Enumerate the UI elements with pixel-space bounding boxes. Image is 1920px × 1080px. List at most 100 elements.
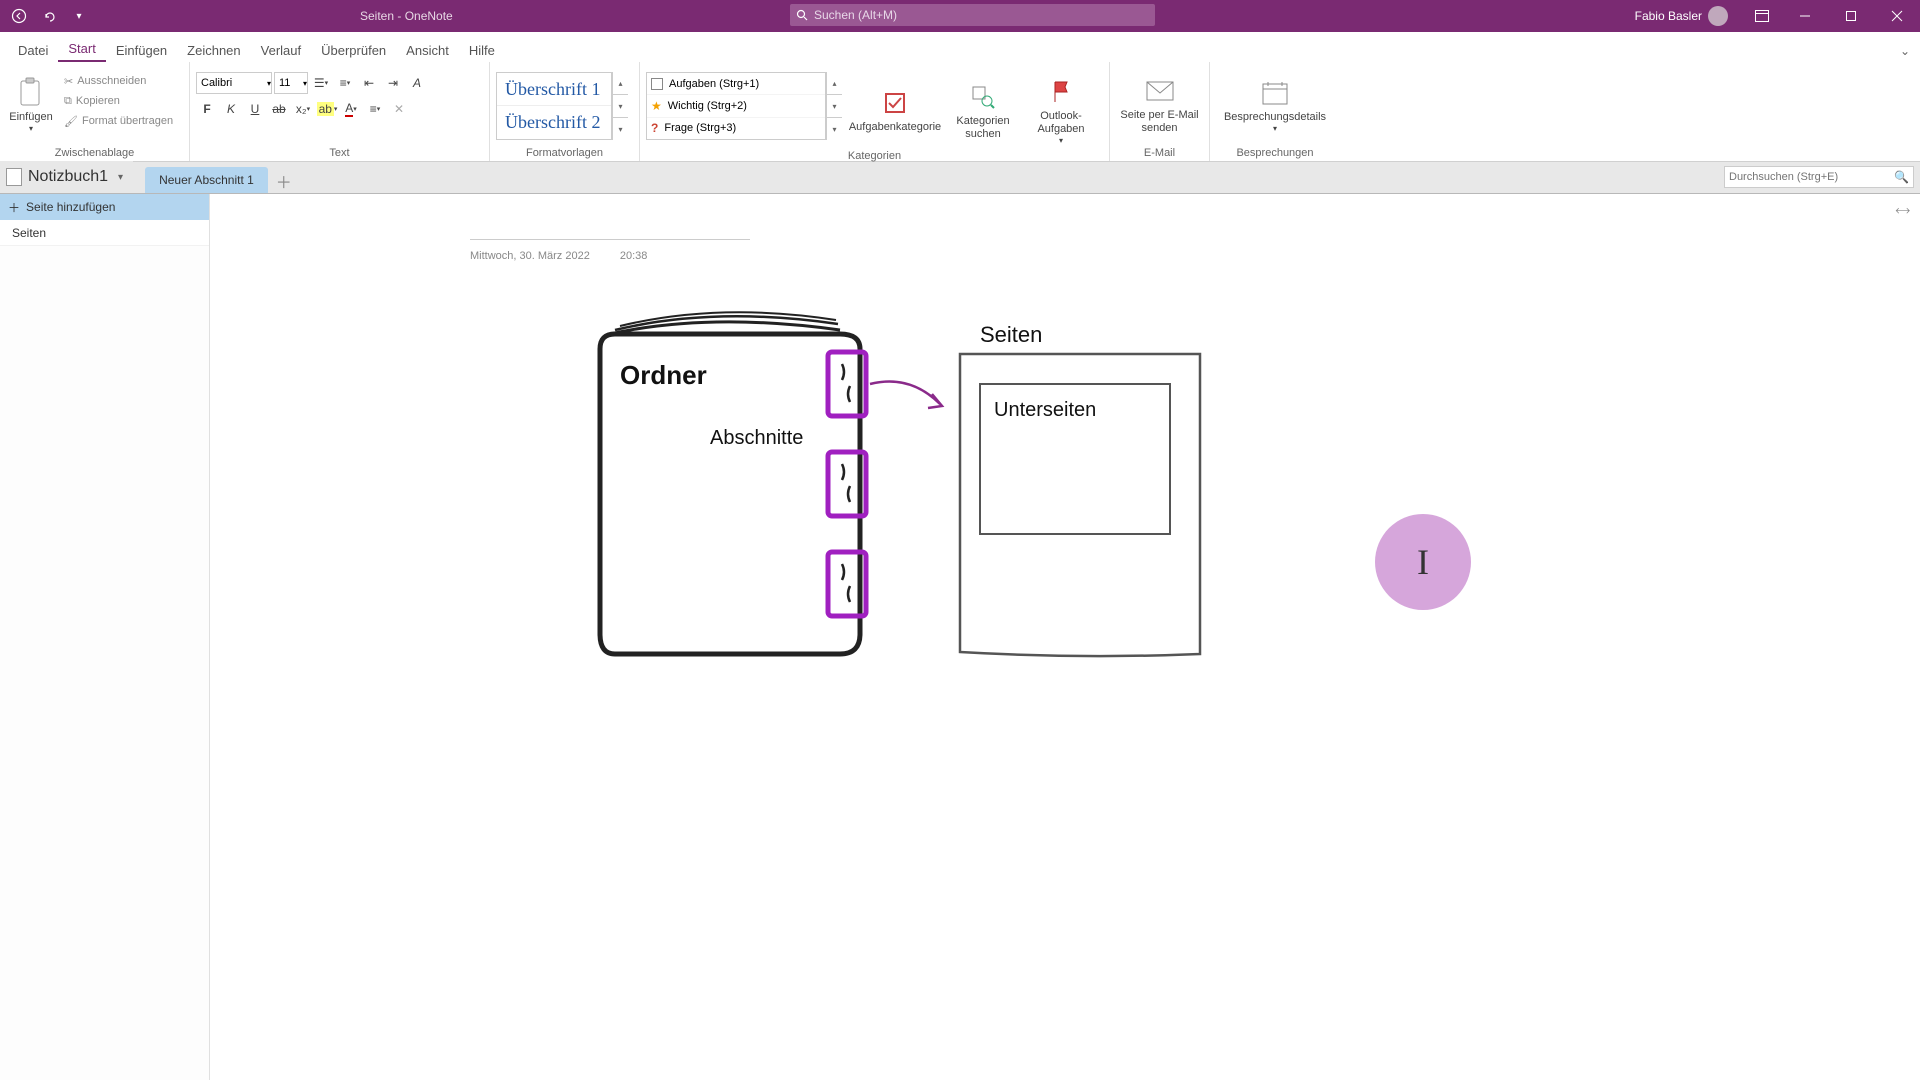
search-icon <box>796 9 808 21</box>
tab-datei[interactable]: Datei <box>8 37 58 62</box>
collapse-ribbon-button[interactable]: ⌄ <box>1900 44 1910 58</box>
tag-important[interactable]: ★Wichtig (Strg+2) <box>647 95 825 117</box>
avatar <box>1708 6 1728 26</box>
user-name: Fabio Basler <box>1635 9 1702 23</box>
page-list-panel: ＋ Seite hinzufügen Seiten <box>0 194 210 1080</box>
outlook-tasks-button[interactable]: Outlook-Aufgaben▾ <box>1026 72 1096 150</box>
align-button[interactable]: ≡▾ <box>364 98 386 120</box>
numbering-button[interactable]: ≡▾ <box>334 72 356 94</box>
drawing-ordner-label: Ordner <box>620 360 707 390</box>
font-name-combo[interactable]: Calibri▾ <box>196 72 272 94</box>
tag-question[interactable]: ?Frage (Strg+3) <box>647 118 825 139</box>
delete-button[interactable]: ✕ <box>388 98 410 120</box>
section-tab[interactable]: Neuer Abschnitt 1 <box>145 167 268 193</box>
tags-down[interactable]: ▾ <box>827 95 842 118</box>
back-button[interactable] <box>8 5 30 27</box>
user-account[interactable]: Fabio Basler <box>1635 6 1728 26</box>
tag-search-icon <box>967 81 999 113</box>
tags-up[interactable]: ▴ <box>827 72 842 95</box>
strike-button[interactable]: ab <box>268 98 290 120</box>
notebook-search-input[interactable] <box>1729 171 1894 183</box>
close-button[interactable] <box>1874 0 1920 32</box>
drawing-abschnitte-label: Abschnitte <box>710 427 803 449</box>
outdent-button[interactable]: ⇤ <box>358 72 380 94</box>
global-search[interactable] <box>790 4 1155 26</box>
search-icon: 🔍 <box>1894 170 1909 184</box>
add-page-button[interactable]: ＋ Seite hinzufügen <box>0 194 209 220</box>
page-list-item[interactable]: Seiten <box>0 220 209 246</box>
checkbox-icon <box>651 78 663 90</box>
plus-icon: ＋ <box>8 199 20 216</box>
flag-icon <box>1045 76 1077 108</box>
minimize-button[interactable] <box>1782 0 1828 32</box>
page-canvas[interactable]: ⤢ Mittwoch, 30. März 2022 20:38 <box>210 194 1920 1080</box>
page-date: Mittwoch, 30. März 2022 <box>470 250 590 262</box>
bold-button[interactable]: F <box>196 98 218 120</box>
tab-ueberpruefen[interactable]: Überprüfen <box>311 37 396 62</box>
tab-zeichnen[interactable]: Zeichnen <box>177 37 250 62</box>
format-painter-button[interactable]: 🖌Format übertragen <box>60 112 177 130</box>
tab-verlauf[interactable]: Verlauf <box>251 37 311 62</box>
add-section-button[interactable]: ＋ <box>272 169 296 193</box>
styles-up[interactable]: ▴ <box>613 72 628 95</box>
tags-more[interactable]: ▾ <box>827 118 842 140</box>
indent-button[interactable]: ⇥ <box>382 72 404 94</box>
notebook-icon <box>6 168 22 186</box>
copy-button[interactable]: ⧉Kopieren <box>60 92 177 110</box>
clipboard-icon <box>15 77 47 109</box>
page-title-input[interactable] <box>470 214 750 240</box>
title-bar: ▾ Seiten - OneNote Fabio Basler <box>0 0 1920 32</box>
font-color-button[interactable]: A▾ <box>340 98 362 120</box>
qat-customize[interactable]: ▾ <box>68 5 90 27</box>
expand-icon[interactable]: ⤢ <box>1892 201 1912 221</box>
maximize-button[interactable] <box>1828 0 1874 32</box>
group-label-email: E-Mail <box>1116 147 1203 161</box>
group-label-clipboard: Zwischenablage <box>6 147 183 161</box>
hand-drawing: Ordner Abschnitte Seiten Unterseiten <box>560 294 1320 744</box>
meeting-details-button[interactable]: Besprechungsdetails▾ <box>1220 66 1330 144</box>
styles-down[interactable]: ▾ <box>613 95 628 118</box>
font-size-combo[interactable]: 11▾ <box>274 72 308 94</box>
drawing-unterseiten-label: Unterseiten <box>994 399 1096 421</box>
brush-icon: 🖌 <box>64 115 78 128</box>
find-tags-button[interactable]: Kategorien suchen <box>948 72 1018 150</box>
chevron-down-icon: ▾ <box>118 172 123 183</box>
style-heading2[interactable]: Überschrift 2 <box>497 106 611 139</box>
window-layout-button[interactable] <box>1742 0 1782 32</box>
task-category-button[interactable]: Aufgabenkategorie <box>850 72 940 150</box>
styles-more[interactable]: ▾ <box>613 118 628 140</box>
cut-button[interactable]: ✂Ausschneiden <box>60 72 177 90</box>
search-input[interactable] <box>814 8 1149 22</box>
notebook-selector[interactable]: Notizbuch1 ▾ <box>0 161 133 193</box>
highlight-button[interactable]: ab▾ <box>316 98 338 120</box>
underline-button[interactable]: U <box>244 98 266 120</box>
style-heading1[interactable]: Überschrift 1 <box>497 73 611 106</box>
group-label-text: Text <box>196 147 483 161</box>
italic-button[interactable]: K <box>220 98 242 120</box>
group-label-styles: Formatvorlagen <box>496 147 633 161</box>
subscript-button[interactable]: x₂▾ <box>292 98 314 120</box>
tab-start[interactable]: Start <box>58 35 105 62</box>
styles-gallery[interactable]: Überschrift 1 Überschrift 2 <box>496 72 612 140</box>
tag-todo[interactable]: Aufgaben (Strg+1) <box>647 73 825 95</box>
paste-button[interactable]: Einfügen ▾ <box>6 66 56 144</box>
tab-hilfe[interactable]: Hilfe <box>459 37 505 62</box>
undo-button[interactable] <box>38 5 60 27</box>
tab-ansicht[interactable]: Ansicht <box>396 37 459 62</box>
window-title: Seiten - OneNote <box>360 0 453 32</box>
copy-icon: ⧉ <box>64 95 72 108</box>
email-page-button[interactable]: Seite per E-Mail senden <box>1120 66 1200 144</box>
scissors-icon: ✂ <box>64 75 73 88</box>
bullets-button[interactable]: ☰▾ <box>310 72 332 94</box>
group-label-meeting: Besprechungen <box>1216 147 1334 161</box>
notebook-bar: Notizbuch1 ▾ Neuer Abschnitt 1 ＋ 🔍 <box>0 162 1920 194</box>
cursor-highlight: I <box>1375 514 1471 610</box>
tab-einfuegen[interactable]: Einfügen <box>106 37 177 62</box>
ribbon: Einfügen ▾ ✂Ausschneiden ⧉Kopieren 🖌Form… <box>0 62 1920 162</box>
clear-formatting-button[interactable]: A <box>406 72 428 94</box>
star-icon: ★ <box>651 99 662 113</box>
calendar-icon <box>1259 77 1291 109</box>
tags-gallery[interactable]: Aufgaben (Strg+1) ★Wichtig (Strg+2) ?Fra… <box>646 72 826 140</box>
checkbox-task-icon <box>879 87 911 119</box>
notebook-search[interactable]: 🔍 <box>1724 166 1914 188</box>
